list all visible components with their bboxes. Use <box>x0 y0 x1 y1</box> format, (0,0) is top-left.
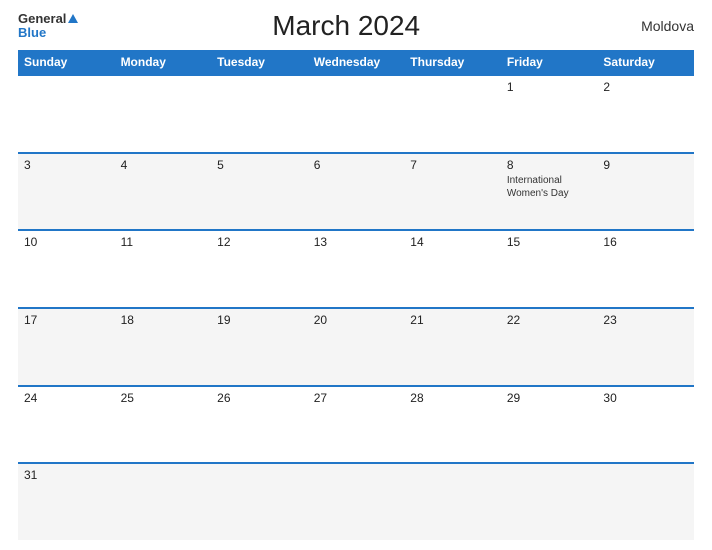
day-number: 30 <box>603 391 688 405</box>
calendar-title: March 2024 <box>78 10 614 42</box>
calendar-cell: 16 <box>597 231 694 307</box>
calendar-cell: 9 <box>597 154 694 230</box>
day-number: 28 <box>410 391 495 405</box>
calendar-header: General Blue March 2024 Moldova <box>18 10 694 42</box>
calendar-cell: 6 <box>308 154 405 230</box>
day-number: 23 <box>603 313 688 327</box>
day-number: 20 <box>314 313 399 327</box>
calendar-cell: 22 <box>501 309 598 385</box>
calendar-cell: 24 <box>18 387 115 463</box>
calendar-row-3: 10 11 12 13 14 15 16 <box>18 229 694 307</box>
day-number: 26 <box>217 391 302 405</box>
day-number: 18 <box>121 313 206 327</box>
day-number: 2 <box>603 80 688 94</box>
calendar-cell <box>18 76 115 152</box>
calendar-row-4: 17 18 19 20 21 22 23 <box>18 307 694 385</box>
calendar-body: 12345678International Women's Day9101112… <box>18 74 694 540</box>
weekday-header-friday: Friday <box>501 50 598 74</box>
calendar-cell: 7 <box>404 154 501 230</box>
calendar-cell: 23 <box>597 309 694 385</box>
day-number: 12 <box>217 235 302 249</box>
calendar-cell <box>115 76 212 152</box>
day-number: 24 <box>24 391 109 405</box>
calendar-row-2: 345678 International Women's Day 9 <box>18 152 694 230</box>
logo-general-text: General <box>18 12 78 26</box>
logo-blue-text: Blue <box>18 26 78 40</box>
calendar-cell <box>404 76 501 152</box>
day-number: 27 <box>314 391 399 405</box>
calendar-cell <box>501 464 598 540</box>
calendar-cell: 21 <box>404 309 501 385</box>
calendar-cell: 12 <box>211 231 308 307</box>
weekday-header-wednesday: Wednesday <box>308 50 405 74</box>
day-number: 29 <box>507 391 592 405</box>
calendar-cell: 11 <box>115 231 212 307</box>
calendar-weekday-header: SundayMondayTuesdayWednesdayThursdayFrid… <box>18 50 694 74</box>
calendar-cell <box>115 464 212 540</box>
logo: General Blue <box>18 12 78 41</box>
day-number: 6 <box>314 158 399 172</box>
day-number: 15 <box>507 235 592 249</box>
holiday-name: International Women's Day <box>507 174 592 200</box>
calendar-cell: 17 <box>18 309 115 385</box>
country-label: Moldova <box>614 18 694 34</box>
day-number: 13 <box>314 235 399 249</box>
calendar-cell: 2 <box>597 76 694 152</box>
day-number: 22 <box>507 313 592 327</box>
calendar-cell: 30 <box>597 387 694 463</box>
day-number: 4 <box>121 158 206 172</box>
day-number: 10 <box>24 235 109 249</box>
calendar-cell: 5 <box>211 154 308 230</box>
weekday-header-tuesday: Tuesday <box>211 50 308 74</box>
day-number: 9 <box>603 158 688 172</box>
logo-triangle-icon <box>68 14 78 23</box>
calendar-cell <box>404 464 501 540</box>
calendar-cell <box>308 76 405 152</box>
calendar-cell: 10 <box>18 231 115 307</box>
calendar-cell <box>211 464 308 540</box>
day-number: 25 <box>121 391 206 405</box>
calendar-cell <box>308 464 405 540</box>
day-number: 5 <box>217 158 302 172</box>
calendar-cell: 8 International Women's Day <box>501 154 598 230</box>
calendar-cell: 31 <box>18 464 115 540</box>
calendar-row-6: 31 <box>18 462 694 540</box>
day-number: 21 <box>410 313 495 327</box>
day-number: 17 <box>24 313 109 327</box>
calendar: SundayMondayTuesdayWednesdayThursdayFrid… <box>18 50 694 540</box>
weekday-header-saturday: Saturday <box>597 50 694 74</box>
day-number: 19 <box>217 313 302 327</box>
day-number: 31 <box>24 468 109 482</box>
calendar-cell <box>211 76 308 152</box>
calendar-cell <box>597 464 694 540</box>
calendar-cell: 15 <box>501 231 598 307</box>
calendar-row-5: 24 25 26 27 28 29 30 <box>18 385 694 463</box>
calendar-cell: 26 <box>211 387 308 463</box>
calendar-cell: 4 <box>115 154 212 230</box>
day-number: 7 <box>410 158 495 172</box>
weekday-header-sunday: Sunday <box>18 50 115 74</box>
calendar-cell: 20 <box>308 309 405 385</box>
day-number: 14 <box>410 235 495 249</box>
calendar-cell: 27 <box>308 387 405 463</box>
weekday-header-monday: Monday <box>115 50 212 74</box>
calendar-cell: 25 <box>115 387 212 463</box>
day-number: 11 <box>121 235 206 249</box>
day-number: 8 <box>507 158 592 172</box>
calendar-cell: 29 <box>501 387 598 463</box>
calendar-cell: 28 <box>404 387 501 463</box>
weekday-header-thursday: Thursday <box>404 50 501 74</box>
day-number: 1 <box>507 80 592 94</box>
calendar-cell: 13 <box>308 231 405 307</box>
page: General Blue March 2024 Moldova SundayMo… <box>0 0 712 550</box>
calendar-cell: 18 <box>115 309 212 385</box>
calendar-row-1: 12 <box>18 74 694 152</box>
calendar-cell: 3 <box>18 154 115 230</box>
calendar-cell: 14 <box>404 231 501 307</box>
day-number: 16 <box>603 235 688 249</box>
calendar-cell: 1 <box>501 76 598 152</box>
day-number: 3 <box>24 158 109 172</box>
calendar-cell: 19 <box>211 309 308 385</box>
